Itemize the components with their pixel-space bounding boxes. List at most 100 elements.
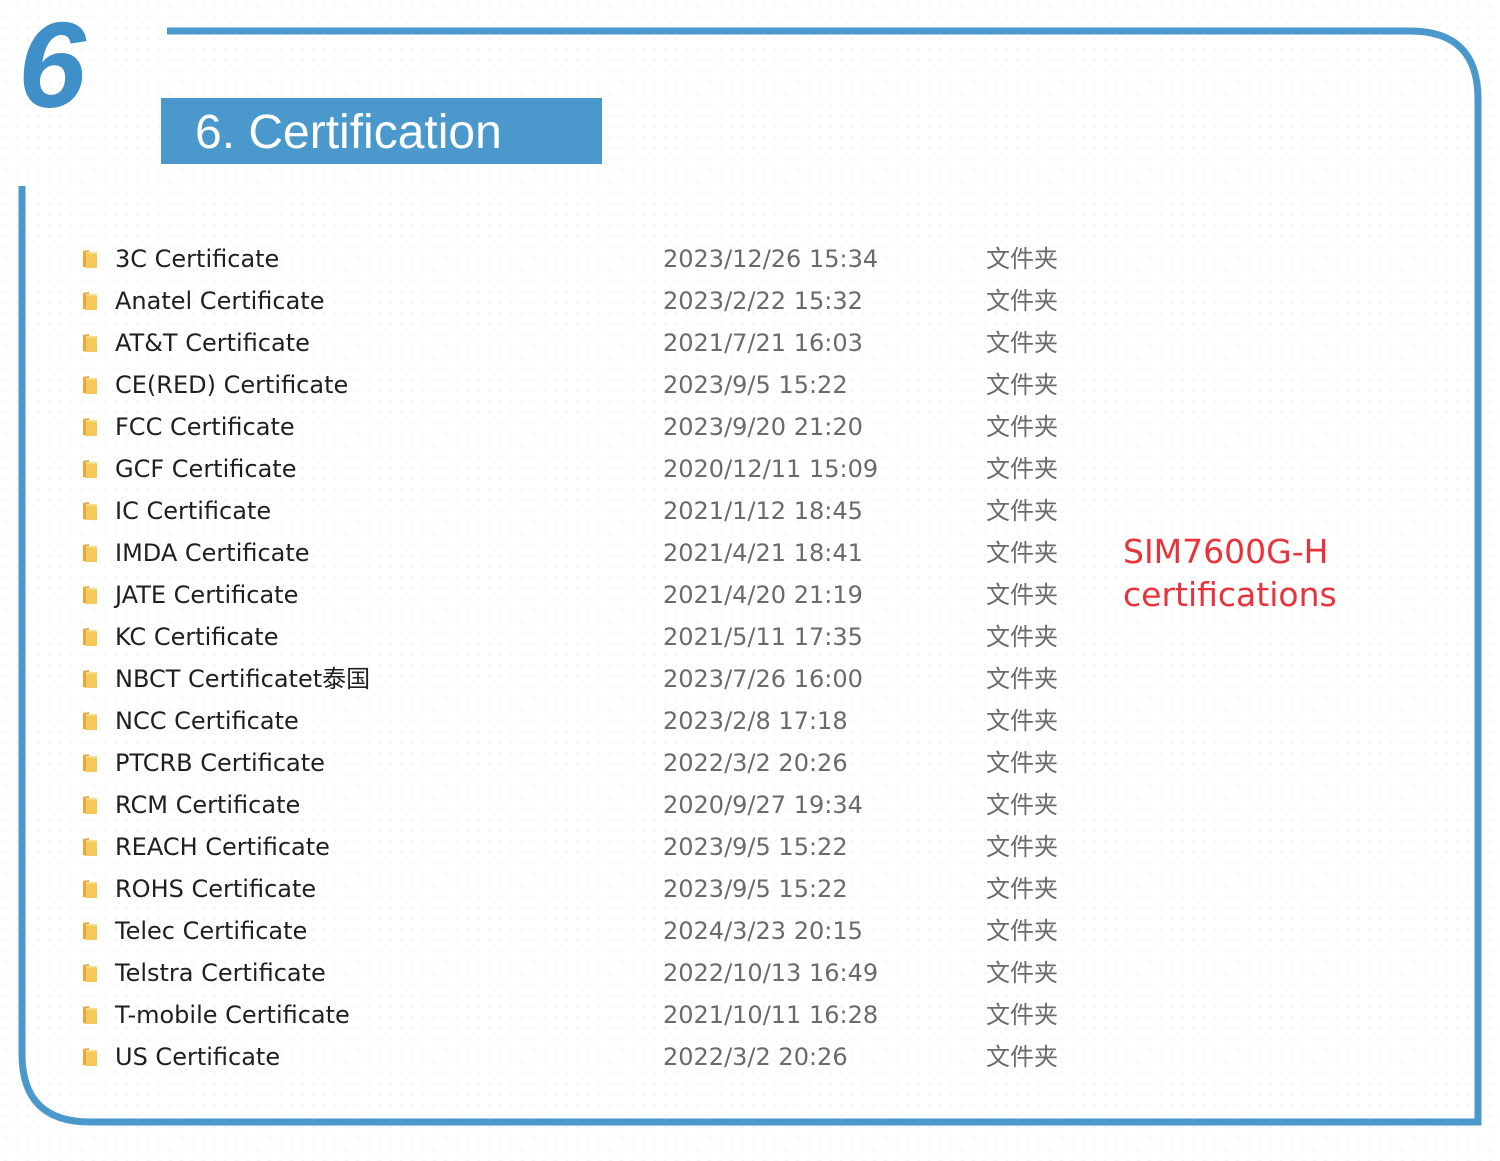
file-type: 文件夹 [986, 665, 1058, 693]
file-type: 文件夹 [986, 833, 1058, 861]
file-modified-date: 2021/10/11 16:28 [663, 1001, 879, 1029]
folder-icon [83, 250, 97, 268]
file-modified-date: 2021/5/11 17:35 [663, 623, 863, 651]
file-modified-date: 2023/2/8 17:18 [663, 707, 848, 735]
folder-icon [83, 922, 97, 940]
file-row[interactable]: 3C Certificate 2023/12/26 15:34 文件夹 [78, 238, 1108, 280]
file-type: 文件夹 [986, 875, 1058, 903]
file-name: CE(RED) Certificate [115, 371, 349, 399]
section-number: 6 [18, 0, 86, 133]
file-row[interactable]: NBCT Certificatet泰国 2023/7/26 16:00 文件夹 [78, 658, 1108, 700]
file-name: IC Certificate [115, 497, 272, 525]
folder-icon [83, 754, 97, 772]
folder-icon [83, 460, 97, 478]
file-row[interactable]: GCF Certificate 2020/12/11 15:09 文件夹 [78, 448, 1108, 490]
file-name: KC Certificate [115, 623, 279, 651]
file-modified-date: 2020/9/27 19:34 [663, 791, 863, 819]
file-type: 文件夹 [986, 749, 1058, 777]
file-type: 文件夹 [986, 1001, 1058, 1029]
file-name: Telec Certificate [115, 917, 308, 945]
folder-icon [83, 838, 97, 856]
file-type: 文件夹 [986, 791, 1058, 819]
section-title-bar: 6. Certification [161, 98, 602, 164]
folder-icon [83, 670, 97, 688]
file-name: AT&T Certificate [115, 329, 310, 357]
file-modified-date: 2024/3/23 20:15 [663, 917, 863, 945]
file-modified-date: 2023/7/26 16:00 [663, 665, 863, 693]
folder-icon [83, 1006, 97, 1024]
file-name: 3C Certificate [115, 245, 280, 273]
file-name: GCF Certificate [115, 455, 297, 483]
file-row[interactable]: AT&T Certificate 2021/7/21 16:03 文件夹 [78, 322, 1108, 364]
file-type: 文件夹 [986, 371, 1058, 399]
file-type: 文件夹 [986, 539, 1058, 567]
file-name: ROHS Certificate [115, 875, 317, 903]
file-type: 文件夹 [986, 245, 1058, 273]
file-modified-date: 2023/9/5 15:22 [663, 833, 848, 861]
file-type: 文件夹 [986, 1043, 1058, 1071]
file-modified-date: 2023/9/5 15:22 [663, 371, 848, 399]
file-row[interactable]: Telstra Certificate 2022/10/13 16:49 文件夹 [78, 952, 1108, 994]
file-row[interactable]: KC Certificate 2021/5/11 17:35 文件夹 [78, 616, 1108, 658]
annotation-line-1: SIM7600G-H [1123, 532, 1329, 571]
folder-icon [83, 712, 97, 730]
folder-icon [83, 502, 97, 520]
file-type: 文件夹 [986, 959, 1058, 987]
file-row[interactable]: IMDA Certificate 2021/4/21 18:41 文件夹 [78, 532, 1108, 574]
folder-icon [83, 880, 97, 898]
file-name: JATE Certificate [115, 581, 299, 609]
folder-icon [83, 544, 97, 562]
folder-icon [83, 292, 97, 310]
file-name: Telstra Certificate [115, 959, 326, 987]
file-type: 文件夹 [986, 581, 1058, 609]
file-name: T-mobile Certificate [115, 1001, 350, 1029]
file-name: NBCT Certificatet泰国 [115, 665, 371, 693]
file-row[interactable]: PTCRB Certificate 2022/3/2 20:26 文件夹 [78, 742, 1108, 784]
annotation-line-2: certifications [1123, 575, 1337, 614]
file-row[interactable]: NCC Certificate 2023/2/8 17:18 文件夹 [78, 700, 1108, 742]
folder-icon [83, 628, 97, 646]
file-modified-date: 2023/2/22 15:32 [663, 287, 863, 315]
section-title: 6. Certification [195, 106, 502, 159]
file-row[interactable]: JATE Certificate 2021/4/20 21:19 文件夹 [78, 574, 1108, 616]
file-row[interactable]: IC Certificate 2021/1/12 18:45 文件夹 [78, 490, 1108, 532]
file-modified-date: 2021/4/20 21:19 [663, 581, 863, 609]
file-modified-date: 2022/10/13 16:49 [663, 959, 879, 987]
annotation-note: SIM7600G-H certifications [1123, 530, 1337, 616]
file-row[interactable]: Telec Certificate 2024/3/23 20:15 文件夹 [78, 910, 1108, 952]
file-type: 文件夹 [986, 917, 1058, 945]
file-name: FCC Certificate [115, 413, 295, 441]
file-row[interactable]: REACH Certificate 2023/9/5 15:22 文件夹 [78, 826, 1108, 868]
folder-icon [83, 1048, 97, 1066]
folder-icon [83, 376, 97, 394]
file-modified-date: 2020/12/11 15:09 [663, 455, 879, 483]
file-list: 3C Certificate 2023/12/26 15:34 文件夹 Anatel … [78, 238, 1108, 1078]
file-row[interactable]: Anatel Certificate 2023/2/22 15:32 文件夹 [78, 280, 1108, 322]
file-row[interactable]: CE(RED) Certificate 2023/9/5 15:22 文件夹 [78, 364, 1108, 406]
file-name: REACH Certificate [115, 833, 330, 861]
file-row[interactable]: T-mobile Certificate 2021/10/11 16:28 文件夹 [78, 994, 1108, 1036]
file-type: 文件夹 [986, 497, 1058, 525]
folder-icon [83, 796, 97, 814]
file-row[interactable]: FCC Certificate 2023/9/20 21:20 文件夹 [78, 406, 1108, 448]
file-type: 文件夹 [986, 413, 1058, 441]
file-modified-date: 2022/3/2 20:26 [663, 749, 848, 777]
file-modified-date: 2021/4/21 18:41 [663, 539, 863, 567]
file-modified-date: 2023/9/5 15:22 [663, 875, 848, 903]
file-type: 文件夹 [986, 623, 1058, 651]
file-modified-date: 2022/3/2 20:26 [663, 1043, 848, 1071]
file-row[interactable]: US Certificate 2022/3/2 20:26 文件夹 [78, 1036, 1108, 1078]
file-type: 文件夹 [986, 287, 1058, 315]
file-modified-date: 2021/7/21 16:03 [663, 329, 863, 357]
file-type: 文件夹 [986, 329, 1058, 357]
file-modified-date: 2023/9/20 21:20 [663, 413, 863, 441]
folder-icon [83, 334, 97, 352]
folder-icon [83, 418, 97, 436]
file-row[interactable]: RCM Certificate 2020/9/27 19:34 文件夹 [78, 784, 1108, 826]
file-modified-date: 2021/1/12 18:45 [663, 497, 863, 525]
file-row[interactable]: ROHS Certificate 2023/9/5 15:22 文件夹 [78, 868, 1108, 910]
file-name: NCC Certificate [115, 707, 299, 735]
file-name: Anatel Certificate [115, 287, 325, 315]
folder-icon [83, 964, 97, 982]
file-name: US Certificate [115, 1043, 281, 1071]
